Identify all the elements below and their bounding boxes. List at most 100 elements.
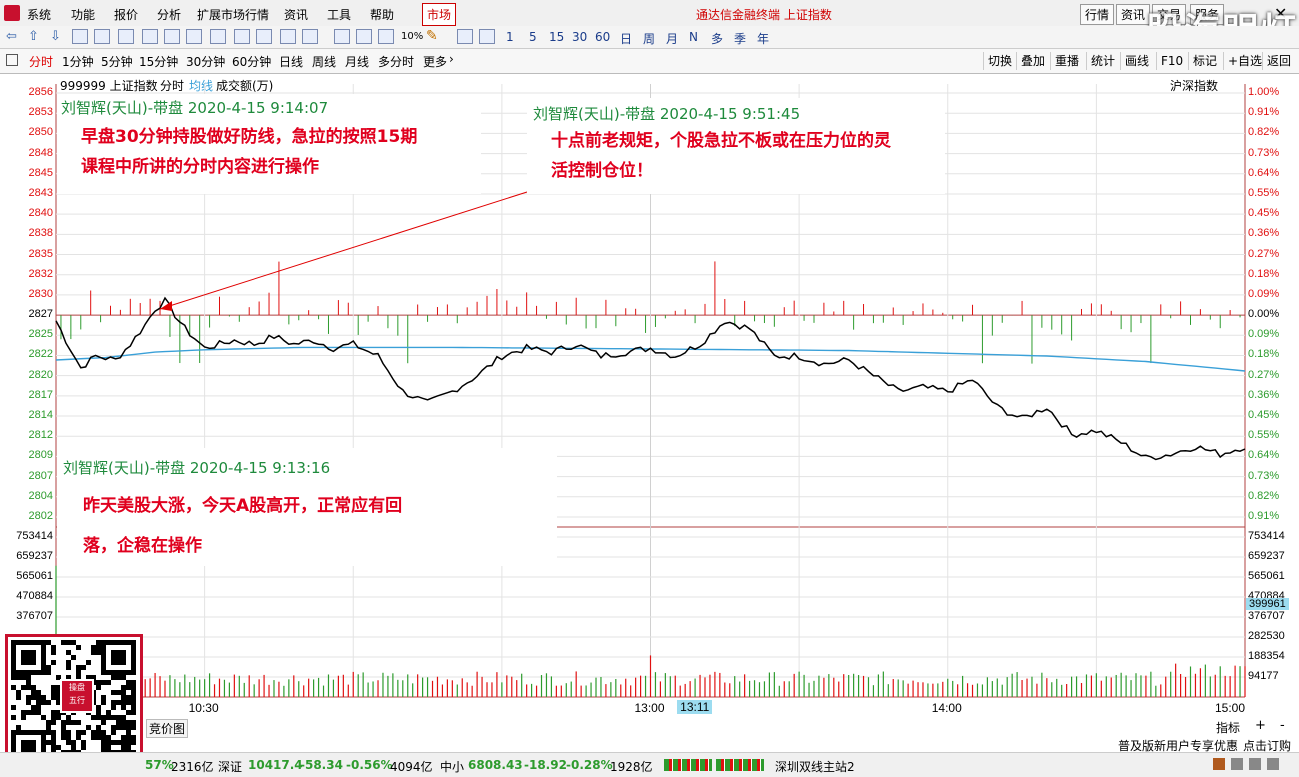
pct-tick-label: 0.55% [1248, 429, 1280, 442]
qr-module [81, 740, 86, 745]
qr-module [111, 730, 116, 735]
tray-icon-2[interactable] [1231, 758, 1243, 770]
price-tick-label: 2848 [28, 146, 53, 159]
qr-module [61, 730, 66, 735]
qr-module [111, 740, 116, 745]
qr-module [71, 720, 76, 725]
qr-finder [21, 650, 36, 665]
qr-module [76, 720, 81, 725]
price-tick-label: 2853 [28, 106, 53, 119]
market-breadth-icon [664, 759, 712, 771]
tray-icon-4[interactable] [1267, 758, 1279, 770]
annotation-text-1: 早盘30分钟持股做好防线，急拉的按照15期 课程中所讲的分时内容进行操作 [81, 122, 417, 182]
qr-module [106, 735, 111, 740]
qr-module [16, 695, 21, 700]
annotation-line: 课程中所讲的分时内容进行操作 [81, 157, 319, 177]
qr-module [121, 695, 126, 700]
annotation-box-1: 刘智辉(天山)-带盘 2020-4-15 9:14:07 早盘30分钟持股做好防… [57, 94, 481, 194]
sz-change: -58.34 [300, 758, 343, 772]
qr-module [66, 740, 71, 745]
price-tick-label: 2812 [28, 429, 53, 442]
qr-module [96, 645, 101, 650]
annotation-pointer-line [159, 191, 528, 310]
qr-module [81, 745, 86, 750]
qr-module [96, 640, 101, 645]
qr-module [11, 705, 16, 710]
qr-module [76, 670, 81, 675]
qr-module [126, 720, 131, 725]
qr-module [36, 690, 41, 695]
qr-module [101, 700, 106, 705]
tray-icon-3[interactable] [1249, 758, 1261, 770]
qr-module [26, 685, 31, 690]
qr-module [131, 740, 136, 745]
qr-module [101, 680, 106, 685]
volume-tick-label: 753414 [1248, 530, 1285, 542]
zx-percent: -0.28% [566, 758, 613, 772]
qr-module [16, 675, 21, 680]
qr-module [16, 690, 21, 695]
qr-module [41, 715, 46, 720]
qr-module [126, 725, 131, 730]
volume-tick-label: 470884 [16, 590, 53, 602]
server-station: 深圳双线主站2 [775, 760, 855, 774]
volume-tick-label: 188354 [1248, 650, 1285, 662]
pct-tick-label: 0.09% [1248, 328, 1280, 341]
qr-module [106, 740, 111, 745]
qr-module [51, 730, 56, 735]
qr-badge-text: 操盘 [69, 683, 85, 692]
price-tick-label: 2835 [28, 247, 53, 260]
qr-module [46, 700, 51, 705]
tray-icon-1[interactable] [1213, 758, 1225, 770]
pct-tick-label: 0.45% [1248, 409, 1280, 422]
volume-tick-label: 753414 [16, 530, 53, 542]
auction-chart-tab[interactable]: 竞价图 [146, 719, 189, 738]
price-tick-label: 2814 [28, 409, 53, 422]
pct-tick-label: 0.36% [1248, 388, 1280, 401]
qr-module [116, 700, 121, 705]
qr-module [21, 715, 26, 720]
volume-tick-label: 376707 [16, 610, 53, 622]
zoom-in-button[interactable]: + [1255, 718, 1266, 733]
qr-module [66, 660, 71, 665]
qr-module [66, 730, 71, 735]
zx-name: 中小 [440, 760, 465, 774]
indicator-button[interactable]: 指标 [1216, 719, 1240, 736]
qr-module [116, 675, 121, 680]
price-tick-label: 2804 [28, 489, 53, 502]
qr-badge-text-2: 五行 [69, 696, 85, 705]
qr-module [51, 660, 56, 665]
zoom-out-button[interactable]: - [1280, 718, 1285, 733]
qr-module [46, 730, 51, 735]
qr-module [91, 735, 96, 740]
qr-module [31, 685, 36, 690]
time-cursor-value: 13:11 [677, 700, 713, 714]
qr-module [126, 680, 131, 685]
qr-module [16, 725, 21, 730]
qr-module [41, 700, 46, 705]
qr-module [106, 710, 111, 715]
volume-tick-label: 376707 [1248, 610, 1285, 622]
qr-module [41, 695, 46, 700]
price-tick-label: 2817 [28, 388, 53, 401]
qr-module [131, 720, 136, 725]
pct-tick-label: 0.82% [1248, 126, 1280, 139]
price-tick-label: 2845 [28, 166, 53, 179]
price-tick-label: 2843 [28, 186, 53, 199]
qr-module [61, 640, 66, 645]
annotation-box-2: 刘智辉(天山)-带盘 2020-4-15 9:51:45 十点前老规矩，个股急拉… [527, 98, 945, 194]
qr-module [66, 650, 71, 655]
qr-module [121, 715, 126, 720]
price-tick-label: 2838 [28, 227, 53, 240]
qr-module [131, 695, 136, 700]
price-tick-label: 2820 [28, 368, 53, 381]
qr-module [61, 725, 66, 730]
annotation-header-1: 刘智辉(天山)-带盘 2020-4-15 9:14:07 [61, 99, 329, 117]
qr-module [56, 745, 61, 750]
qr-module [121, 700, 126, 705]
volume-tick-label: 282530 [1248, 630, 1285, 642]
qr-module [76, 735, 81, 740]
qr-module [46, 725, 51, 730]
qr-module [66, 640, 71, 645]
volume-tick-label: 565061 [1248, 570, 1285, 582]
